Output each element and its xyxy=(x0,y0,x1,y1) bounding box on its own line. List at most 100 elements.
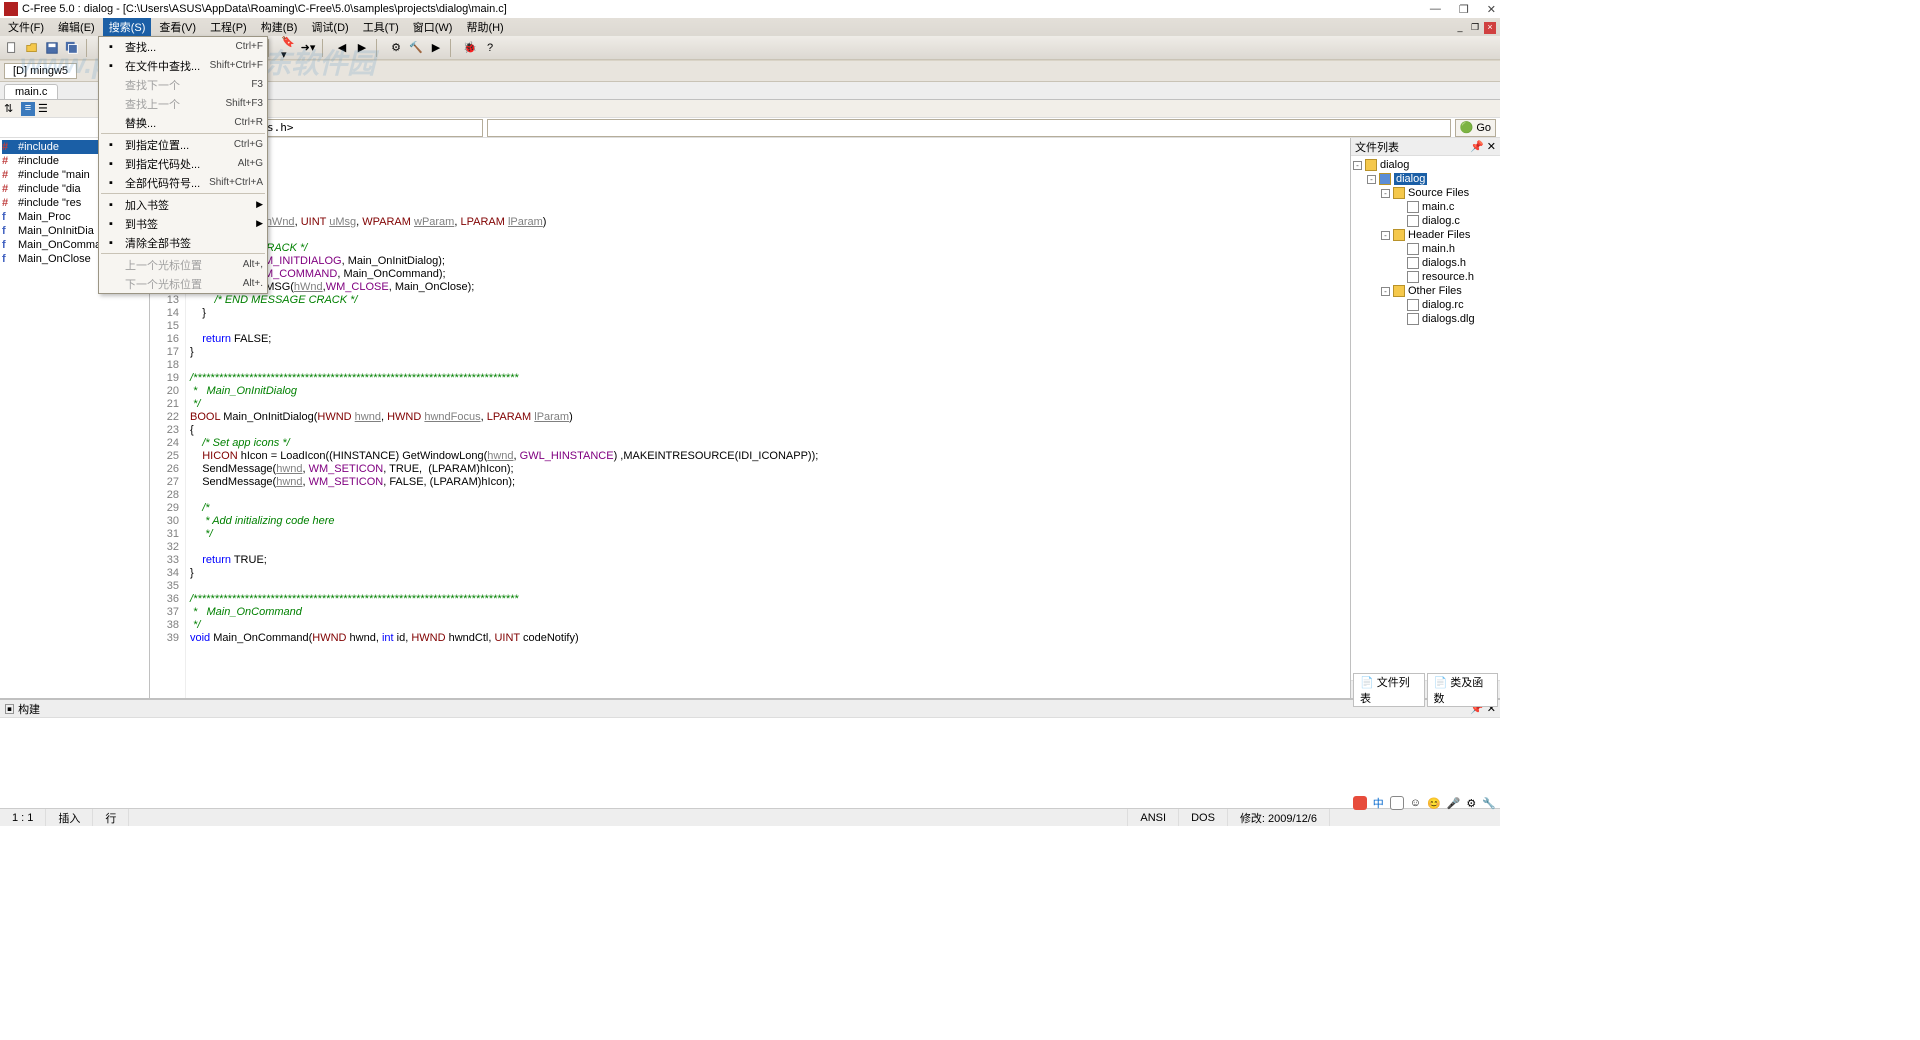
tree-node[interactable]: -Other Files xyxy=(1353,284,1498,298)
compile-icon[interactable]: ⚙ xyxy=(388,40,404,56)
fn-icon: f xyxy=(2,239,14,251)
file-icon xyxy=(1407,271,1419,283)
file-list-panel: 文件列表 📌 ✕ -dialog-dialog-Source Filesmain… xyxy=(1350,138,1500,698)
output-body[interactable] xyxy=(0,718,1500,792)
menu-item[interactable]: ▪全部代码符号...Shift+Ctrl+A xyxy=(99,173,267,192)
goto-bookmark-icon[interactable]: ➜▾ xyxy=(300,40,316,56)
tray-lang-icon[interactable]: 中 xyxy=(1373,795,1384,811)
tree-node[interactable]: dialogs.h xyxy=(1353,256,1498,270)
run-icon[interactable]: ▶ xyxy=(428,40,444,56)
output-title[interactable]: 构建 xyxy=(18,704,40,716)
project-icon xyxy=(1379,173,1391,185)
file-list-title: 文件列表 xyxy=(1355,139,1399,155)
file-icon xyxy=(1407,313,1419,325)
menu-1[interactable]: 编辑(E) xyxy=(52,18,101,36)
tree-node[interactable]: dialogs.dlg xyxy=(1353,312,1498,326)
tree-node[interactable]: -dialog xyxy=(1353,172,1498,186)
save-all-icon[interactable] xyxy=(64,40,80,56)
close-button[interactable]: ✕ xyxy=(1487,3,1496,16)
app-icon xyxy=(4,2,18,16)
menu-item[interactable]: 替换...Ctrl+R xyxy=(99,113,267,132)
menu-item[interactable]: ▪在文件中查找...Shift+Ctrl+F xyxy=(99,56,267,75)
right-tab-0[interactable]: 📄 文件列表 xyxy=(1353,673,1425,707)
right-tab-1[interactable]: 📄 类及函数 xyxy=(1427,673,1499,707)
search-icon: ▪ xyxy=(103,41,119,53)
maximize-button[interactable]: ❐ xyxy=(1459,3,1469,16)
tray-smile-icon[interactable]: ☺ xyxy=(1410,797,1421,809)
status-position: 1 : 1 xyxy=(0,809,46,826)
menu-item[interactable]: ▪到指定位置...Ctrl+G xyxy=(99,135,267,154)
open-icon[interactable] xyxy=(24,40,40,56)
fn-icon: f xyxy=(2,225,14,237)
tree-node[interactable]: dialog.rc xyxy=(1353,298,1498,312)
list-view-icon[interactable]: ≡ xyxy=(21,102,35,116)
tree-node[interactable]: main.h xyxy=(1353,242,1498,256)
tree-node[interactable]: main.c xyxy=(1353,200,1498,214)
menu-item: 查找下一个F3 xyxy=(99,75,267,94)
build-icon[interactable]: 🔨 xyxy=(408,40,424,56)
menu-6[interactable]: 调试(D) xyxy=(305,18,354,36)
tray-tool-icon[interactable]: 🔧 xyxy=(1482,797,1496,810)
bookmark-add-icon: ▪ xyxy=(103,199,119,211)
folder-icon xyxy=(1393,229,1405,241)
menu-5[interactable]: 构建(B) xyxy=(255,18,304,36)
menubar: 文件(F)编辑(E)搜索(S)查看(V)工程(P)构建(B)调试(D)工具(T)… xyxy=(0,18,1500,36)
project-tree[interactable]: -dialog-dialog-Source Filesmain.cdialog.… xyxy=(1351,156,1500,680)
menu-item[interactable]: ▪到书签▶ xyxy=(99,214,267,233)
menu-item[interactable]: ▪清除全部书签 xyxy=(99,233,267,252)
menu-8[interactable]: 窗口(W) xyxy=(407,18,459,36)
file-icon xyxy=(1407,299,1419,311)
status-insert: 插入 xyxy=(46,809,93,826)
menu-item: 下一个光标位置Alt+. xyxy=(99,274,267,293)
go-button[interactable]: 🟢 Go xyxy=(1455,119,1496,137)
panel-pin-icon[interactable]: 📌 ✕ xyxy=(1470,140,1496,153)
window-title: C-Free 5.0 : dialog - [C:\Users\ASUS\App… xyxy=(22,3,1430,15)
status-encoding: ANSI xyxy=(1128,809,1179,826)
save-icon[interactable] xyxy=(44,40,60,56)
bookmark-icon[interactable]: 🔖▾ xyxy=(280,40,296,56)
fn-icon: f xyxy=(2,211,14,223)
menu-item[interactable]: ▪加入书签▶ xyxy=(99,195,267,214)
symbol-combo[interactable] xyxy=(487,119,1450,137)
mdi-restore-icon[interactable]: ❐ xyxy=(1469,22,1481,34)
sort-icon[interactable]: ⇅ xyxy=(4,102,18,116)
compiler-label[interactable]: [D] mingw5 xyxy=(4,63,77,79)
tree-node[interactable]: -dialog xyxy=(1353,158,1498,172)
mdi-minimize-icon[interactable]: _ xyxy=(1454,22,1466,34)
menu-3[interactable]: 查看(V) xyxy=(153,18,202,36)
tree-view-icon[interactable]: ☰ xyxy=(38,102,52,116)
menu-4[interactable]: 工程(P) xyxy=(204,18,253,36)
tree-node[interactable]: dialog.c xyxy=(1353,214,1498,228)
folder-icon xyxy=(1393,187,1405,199)
tray-settings-icon[interactable]: ⚙ xyxy=(1466,797,1476,810)
new-file-icon[interactable] xyxy=(4,40,20,56)
status-eol: DOS xyxy=(1179,809,1228,826)
status-line: 行 xyxy=(93,809,129,826)
menu-0[interactable]: 文件(F) xyxy=(2,18,50,36)
minimize-button[interactable]: — xyxy=(1430,3,1441,16)
inc-icon: # xyxy=(2,197,14,209)
menu-item[interactable]: ▪查找...Ctrl+F xyxy=(99,37,267,56)
mdi-close-icon[interactable]: × xyxy=(1484,22,1496,34)
menu-item[interactable]: ▪到指定代码处...Alt+G xyxy=(99,154,267,173)
status-modified: 修改: 2009/12/6 xyxy=(1228,809,1330,826)
tree-node[interactable]: resource.h xyxy=(1353,270,1498,284)
menu-2[interactable]: 搜索(S) xyxy=(103,18,152,36)
statusbar: 1 : 1 插入 行 ANSI DOS 修改: 2009/12/6 xyxy=(0,808,1500,826)
tray-mic-icon[interactable]: 🎤 xyxy=(1447,797,1461,810)
tray-emoji-icon[interactable]: 😊 xyxy=(1427,797,1441,810)
tree-node[interactable]: -Source Files xyxy=(1353,186,1498,200)
nav-back-icon[interactable]: ◀ xyxy=(334,40,350,56)
menu-9[interactable]: 帮助(H) xyxy=(460,18,509,36)
code-area[interactable]: ws.h>wsx.h>h"gs.h"rce.h"n_Proc(HWND hWnd… xyxy=(186,138,1350,698)
titlebar: C-Free 5.0 : dialog - [C:\Users\ASUS\App… xyxy=(0,0,1500,18)
menu-7[interactable]: 工具(T) xyxy=(357,18,405,36)
debug-icon[interactable]: 🐞 xyxy=(462,40,478,56)
output-panel: ▣ 构建 📌 ✕ xyxy=(0,698,1500,808)
tab-main-c[interactable]: main.c xyxy=(4,84,58,99)
tree-node[interactable]: -Header Files xyxy=(1353,228,1498,242)
help-icon[interactable]: ? xyxy=(482,40,498,56)
nav-fwd-icon[interactable]: ▶ xyxy=(354,40,370,56)
tray-ime-icon[interactable] xyxy=(1353,796,1367,810)
tray-keyboard-icon[interactable] xyxy=(1390,796,1404,810)
